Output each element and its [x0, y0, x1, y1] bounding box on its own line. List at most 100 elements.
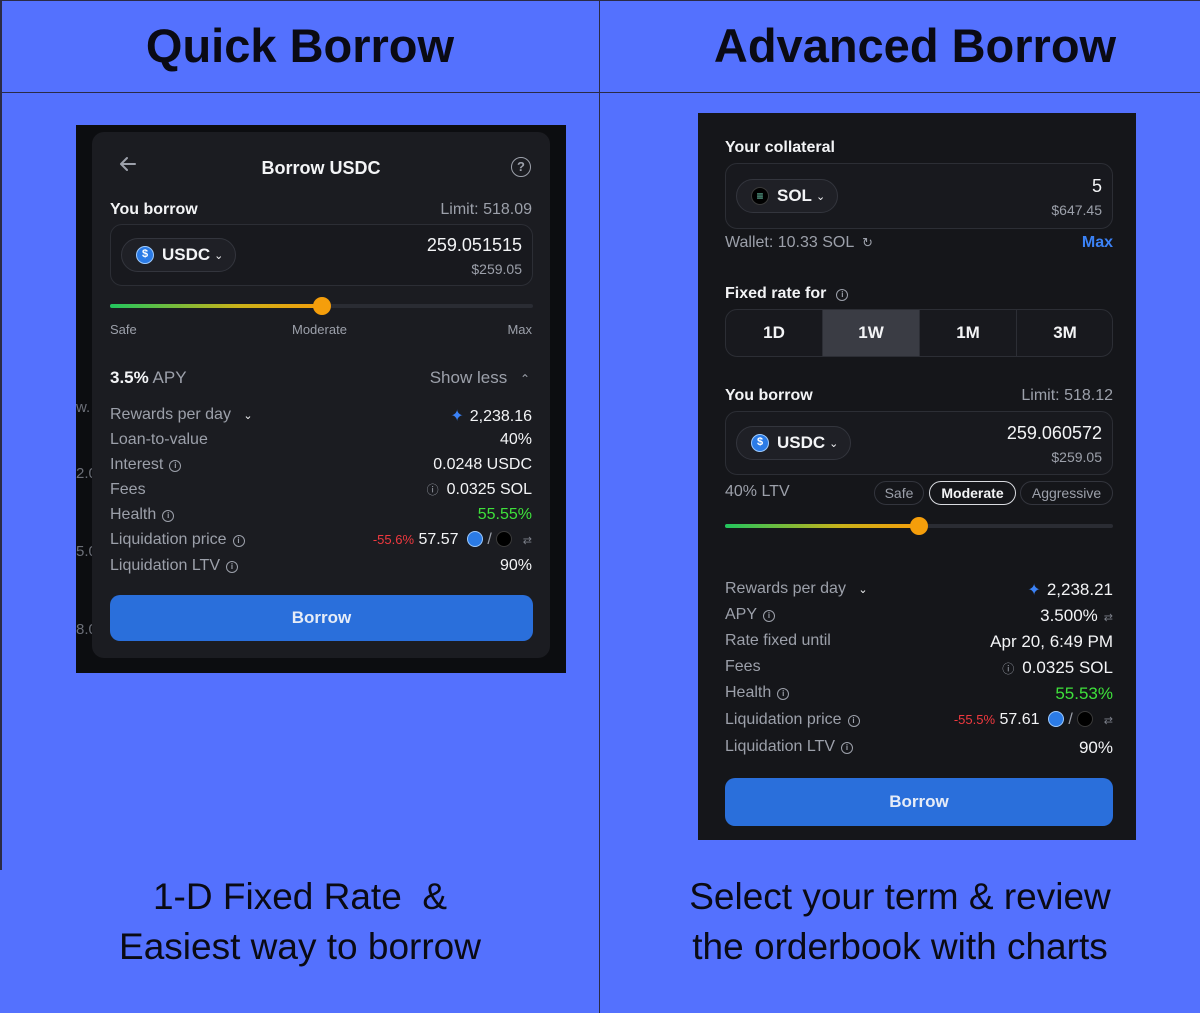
- risk-option-aggressive[interactable]: Aggressive: [1020, 481, 1113, 505]
- ltv-slider[interactable]: [725, 517, 1113, 535]
- liquidation-price-change: -55.5%: [953, 712, 996, 727]
- liquidation-ltv-label: Liquidation LTV i: [110, 557, 238, 575]
- rewards-amount: 2,238.16: [469, 408, 532, 425]
- chevron-down-icon: ⌄: [214, 249, 224, 262]
- liquidation-price-label-text: Liquidation price: [725, 711, 842, 728]
- slash-separator: /: [487, 531, 492, 548]
- swap-icon[interactable]: ⇄: [523, 535, 532, 547]
- swap-icon[interactable]: ⇄: [1104, 715, 1113, 727]
- info-icon[interactable]: i: [226, 561, 238, 573]
- risk-slider[interactable]: [110, 297, 533, 315]
- question-icon[interactable]: ⓘ: [1002, 662, 1014, 676]
- collateral-token-selector[interactable]: SOL ⌄: [736, 179, 839, 213]
- collateral-amount-usd: $647.45: [1051, 202, 1102, 218]
- borrow-amount-value[interactable]: 259.060572: [1007, 423, 1102, 444]
- borrow-button[interactable]: Borrow: [110, 595, 533, 641]
- rewards-per-day-toggle[interactable]: Rewards per day ⌄: [725, 580, 868, 598]
- apy-value: 3.5%: [110, 368, 149, 387]
- liquidation-price-label: Liquidation price i: [725, 711, 860, 729]
- help-icon[interactable]: ?: [511, 157, 531, 177]
- collateral-token-label: SOL: [777, 186, 812, 205]
- liquidation-ltv-value: 90%: [499, 557, 532, 574]
- fees-label: Fees: [725, 658, 761, 675]
- term-1w[interactable]: 1W: [823, 310, 919, 356]
- rewards-label: Rewards per day: [110, 406, 231, 423]
- liquidation-price-amount: 57.57: [418, 531, 459, 548]
- chevron-down-icon: ⌄: [829, 437, 839, 450]
- liquidation-ltv-value: 90%: [1078, 738, 1113, 757]
- health-value: 55.55%: [477, 506, 532, 523]
- term-1d[interactable]: 1D: [726, 310, 822, 356]
- apy-value: 3.500% ⇄: [1040, 606, 1113, 626]
- risk-slider-handle[interactable]: [312, 297, 331, 315]
- rate-fixed-until-value: Apr 20, 6:49 PM: [990, 632, 1113, 651]
- info-icon[interactable]: i: [836, 289, 849, 301]
- info-icon[interactable]: i: [232, 535, 245, 547]
- wallet-balance: Wallet: 10.33 SOL ↻: [725, 234, 873, 252]
- risk-option-moderate[interactable]: Moderate: [929, 481, 1016, 505]
- show-less-toggle[interactable]: Show less ⌃: [430, 368, 530, 388]
- info-icon[interactable]: i: [847, 715, 860, 727]
- term-3m[interactable]: 3M: [1017, 310, 1112, 356]
- interest-label-text: Interest: [110, 456, 164, 473]
- swap-icon[interactable]: ⇄: [1104, 612, 1113, 624]
- borrow-amount-value[interactable]: 259.051515: [427, 235, 522, 256]
- liquidation-price-label-text: Liquidation price: [110, 531, 227, 548]
- term-1m[interactable]: 1M: [920, 310, 1016, 356]
- health-label-text: Health: [110, 506, 157, 523]
- borrow-limit: Limit: 518.09: [440, 201, 532, 218]
- borrow-button[interactable]: Borrow: [725, 778, 1113, 826]
- health-value: 55.53%: [1055, 684, 1113, 703]
- collateral-amount-field[interactable]: SOL ⌄ 5 $647.45: [725, 163, 1113, 229]
- chevron-down-icon: ⌄: [243, 410, 253, 422]
- sparkle-icon: ✦: [450, 408, 464, 425]
- collateral-amount-value[interactable]: 5: [1092, 176, 1102, 197]
- advanced-borrow-heading: Advanced Borrow: [713, 19, 1117, 72]
- caption-line: 1-D Fixed Rate &: [152, 876, 448, 917]
- usdc-icon: [751, 434, 769, 452]
- rewards-value: ✦ 2,238.21: [1027, 580, 1113, 600]
- interest-label: Interest i: [110, 456, 182, 474]
- interest-value: 0.0248 USDC: [433, 456, 532, 473]
- borrow-amount-usd: $259.05: [471, 261, 522, 277]
- wallet-balance-text: Wallet: 10.33 SOL: [725, 234, 854, 251]
- borrow-amount-usd: $259.05: [1051, 449, 1102, 465]
- token-label: USDC: [162, 245, 211, 264]
- sparkle-icon: ✦: [1027, 582, 1041, 599]
- usdc-icon: [1047, 711, 1064, 727]
- liquidation-price-label: Liquidation price i: [110, 531, 245, 549]
- info-icon[interactable]: i: [763, 610, 776, 622]
- fees-amount: 0.0325 SOL: [1022, 658, 1113, 677]
- info-icon[interactable]: i: [841, 742, 853, 754]
- risk-option-safe[interactable]: Safe: [874, 481, 924, 505]
- info-icon[interactable]: i: [169, 460, 182, 472]
- refresh-icon[interactable]: ↻: [862, 235, 873, 250]
- borrow-amount-field[interactable]: USDC ⌄ 259.051515 $259.05: [110, 224, 533, 286]
- rate-fixed-until-label: Rate fixed until: [725, 632, 831, 649]
- health-label: Health i: [725, 684, 790, 702]
- chevron-up-icon: ⌃: [519, 372, 530, 386]
- sol-icon: [496, 531, 513, 547]
- fixed-rate-label: Fixed rate for i: [725, 285, 849, 303]
- fees-label: Fees: [110, 481, 146, 498]
- ltv-value: 40%: [499, 431, 532, 448]
- info-icon[interactable]: i: [777, 688, 790, 700]
- term-selector[interactable]: 1D 1W 1M 3M: [725, 309, 1113, 357]
- liquidation-ltv-label-text: Liquidation LTV: [110, 557, 220, 574]
- usdc-icon: [136, 246, 154, 264]
- slash-separator: /: [1068, 711, 1073, 728]
- chevron-down-icon: ⌄: [815, 190, 826, 203]
- question-icon[interactable]: ⓘ: [427, 483, 439, 497]
- token-selector[interactable]: USDC ⌄: [121, 238, 237, 272]
- token-selector[interactable]: USDC ⌄: [736, 426, 852, 460]
- info-icon[interactable]: i: [162, 510, 175, 522]
- fees-value: ⓘ 0.0325 SOL: [427, 481, 532, 499]
- you-borrow-label: You borrow: [725, 387, 813, 404]
- borrow-amount-field[interactable]: USDC ⌄ 259.060572 $259.05: [725, 411, 1113, 475]
- rewards-per-day-toggle[interactable]: Rewards per day ⌄: [110, 406, 253, 424]
- top-border: [0, 0, 1200, 1]
- slider-label-safe: Safe: [110, 322, 137, 337]
- ltv-slider-handle[interactable]: [910, 517, 928, 535]
- max-button[interactable]: Max: [1082, 234, 1113, 252]
- sol-icon: [1077, 711, 1094, 727]
